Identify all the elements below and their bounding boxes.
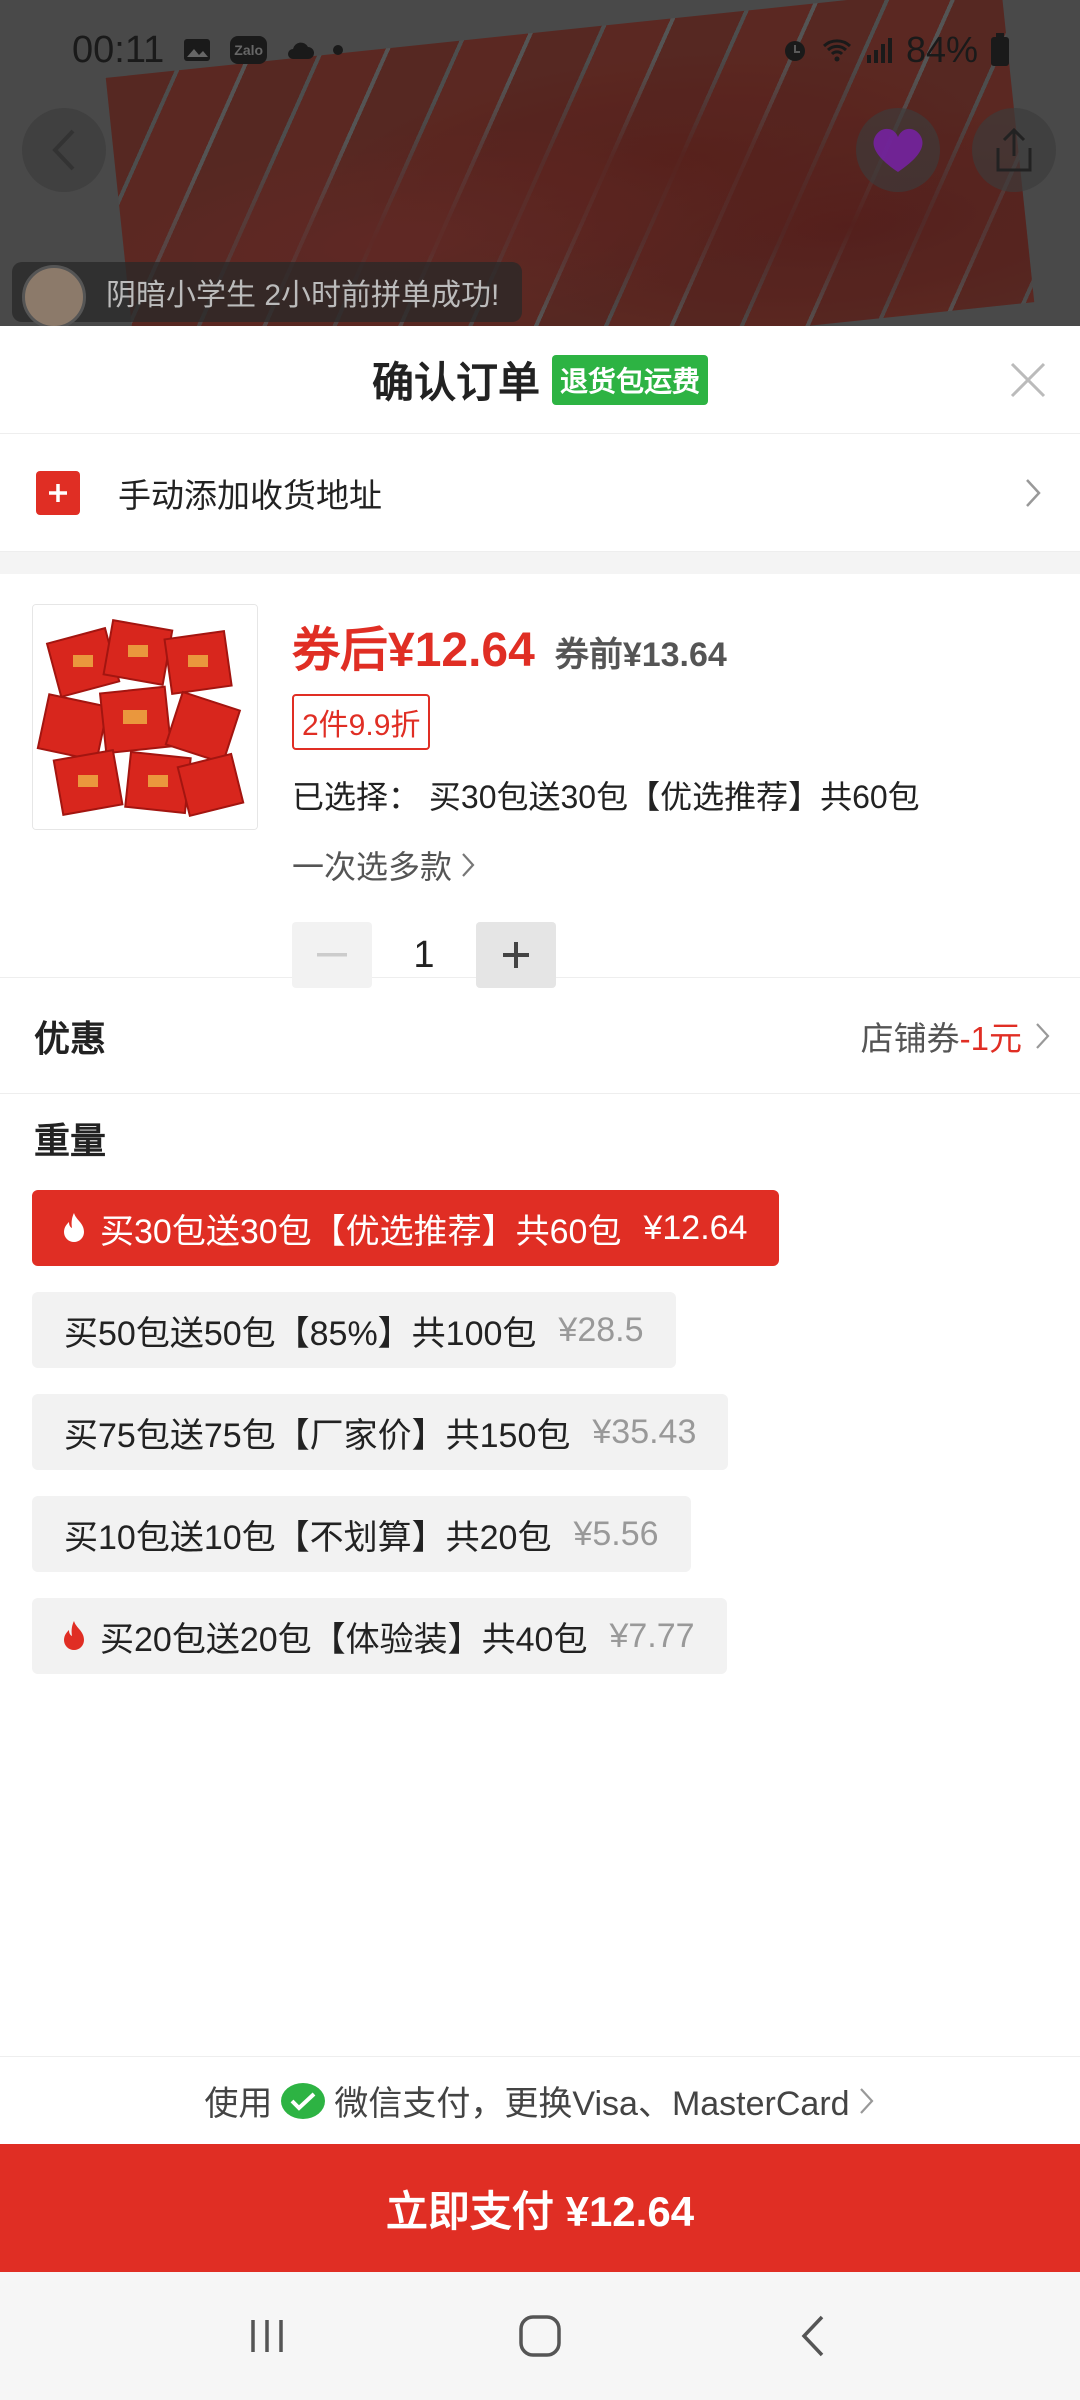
battery-icon bbox=[991, 33, 1009, 66]
weight-option-label: 买50包送50包【85%】共100包 bbox=[64, 1314, 537, 1353]
wechat-pay-icon bbox=[281, 2082, 326, 2119]
close-icon[interactable] bbox=[1006, 358, 1050, 402]
quantity-value[interactable]: 1 bbox=[372, 934, 476, 977]
chevron-right-icon bbox=[462, 853, 475, 877]
discount-row[interactable]: 优惠 店铺券-1元 bbox=[0, 978, 1080, 1094]
favorite-button[interactable] bbox=[856, 108, 940, 192]
recent-apps-button[interactable] bbox=[232, 2306, 302, 2366]
chevron-right-icon bbox=[1026, 478, 1041, 507]
product-image bbox=[33, 605, 257, 829]
coupon-amount: -1元 bbox=[959, 1019, 1022, 1057]
home-button[interactable] bbox=[505, 2306, 575, 2366]
chevron-left-icon bbox=[52, 129, 75, 171]
product-info: 券后¥12.64 券前¥13.64 2件9.9折 已选择： 买30包送30包【优… bbox=[292, 604, 1080, 988]
group-buy-notice: 阴暗小学生 2小时前拼单成功! bbox=[12, 262, 522, 329]
payment-use-prefix: 使用 bbox=[204, 2085, 273, 2123]
decrease-quantity-button[interactable] bbox=[292, 922, 372, 988]
weight-option[interactable]: 买75包送75包【厂家价】共150包 ¥35.43 bbox=[32, 1394, 729, 1470]
back-icon bbox=[801, 2315, 824, 2357]
weight-option-price: ¥5.56 bbox=[573, 1514, 659, 1553]
alarm-icon bbox=[784, 41, 805, 61]
background-product-page: 00:11 Zalo 84% 阴暗小学生 2小时前拼单成功! bbox=[0, 0, 1080, 330]
discount-tag: 2件9.9折 bbox=[292, 694, 431, 750]
return-shipping-badge: 退货包运费 bbox=[552, 354, 709, 405]
share-icon bbox=[996, 127, 1032, 172]
selected-variant-text: 已选择： 买30包送30包【优选推荐】共60包 bbox=[292, 779, 920, 815]
chevron-right-icon bbox=[859, 2087, 874, 2114]
section-divider bbox=[0, 552, 1080, 574]
add-address-row[interactable]: 手动添加收货地址 bbox=[0, 434, 1080, 552]
share-button[interactable] bbox=[972, 108, 1056, 192]
multi-select-label: 一次选多款 bbox=[292, 849, 453, 885]
minus-icon bbox=[317, 953, 347, 957]
weight-section-title: 重量 bbox=[34, 1120, 107, 1161]
flame-icon bbox=[64, 1621, 84, 1650]
pay-now-button[interactable]: 立即支付 ¥12.64 bbox=[0, 2144, 1080, 2272]
weight-option-label: 买20包送20包【体验装】共40包 bbox=[100, 1620, 588, 1659]
weight-option-price: ¥35.43 bbox=[592, 1412, 697, 1451]
weight-option-label: 买10包送10包【不划算】共20包 bbox=[64, 1518, 552, 1557]
chevron-right-icon bbox=[1036, 1022, 1050, 1049]
weight-option-label: 买30包送30包【优选推荐】共60包 bbox=[100, 1212, 622, 1251]
gallery-icon bbox=[184, 39, 211, 61]
weight-option[interactable]: 买20包送20包【体验装】共40包 ¥7.77 bbox=[32, 1598, 727, 1674]
back-button[interactable] bbox=[22, 108, 106, 192]
weight-option-selected[interactable]: 买30包送30包【优选推荐】共60包 ¥12.64 bbox=[32, 1190, 780, 1266]
coupon-text: 店铺券-1元 bbox=[861, 1012, 1022, 1060]
quantity-stepper: 1 bbox=[292, 922, 1080, 988]
avatar bbox=[22, 265, 86, 329]
coupon-prefix: 店铺券 bbox=[860, 1019, 960, 1057]
increase-quantity-button[interactable] bbox=[476, 922, 556, 988]
multi-select-link[interactable]: 一次选多款 bbox=[292, 842, 1080, 888]
weight-option-label: 买75包送75包【厂家价】共150包 bbox=[64, 1416, 571, 1455]
weight-option[interactable]: 买50包送50包【85%】共100包 ¥28.5 bbox=[32, 1292, 676, 1368]
battery-level: 84% bbox=[905, 29, 978, 70]
notification-dot-icon bbox=[333, 45, 344, 55]
cloud-icon bbox=[288, 42, 315, 59]
home-icon bbox=[519, 2315, 561, 2357]
group-buy-notice-text: 阴暗小学生 2小时前拼单成功! bbox=[106, 279, 500, 312]
product-thumbnail[interactable] bbox=[32, 604, 258, 830]
weight-option-price: ¥12.64 bbox=[643, 1208, 748, 1247]
status-time: 00:11 bbox=[72, 28, 165, 71]
weight-option-price: ¥7.77 bbox=[609, 1616, 695, 1655]
price-after-coupon: 券后¥12.64 bbox=[292, 624, 535, 677]
plus-icon bbox=[503, 942, 529, 968]
system-nav-bar bbox=[0, 2272, 1080, 2400]
payment-method-row[interactable]: 使用 微信支付，更换Visa、MasterCard bbox=[0, 2056, 1080, 2144]
weight-option-price: ¥28.5 bbox=[558, 1310, 644, 1349]
weight-option[interactable]: 买10包送10包【不划算】共20包 ¥5.56 bbox=[32, 1496, 691, 1572]
order-confirmation-sheet: 确认订单 退货包运费 手动添加收货地址 券后¥12.64 券前¥13.64 2件… bbox=[0, 326, 1080, 2400]
recent-apps-icon bbox=[250, 2320, 283, 2352]
price-before-coupon: 券前¥13.64 bbox=[554, 636, 727, 674]
weight-options: 买30包送30包【优选推荐】共60包 ¥12.64 买50包送50包【85%】共… bbox=[0, 1164, 1080, 1700]
heart-icon bbox=[873, 128, 923, 172]
add-address-label: 手动添加收货地址 bbox=[118, 476, 382, 514]
product-summary: 券后¥12.64 券前¥13.64 2件9.9折 已选择： 买30包送30包【优… bbox=[0, 574, 1080, 988]
status-bar: 00:11 Zalo 84% bbox=[0, 0, 1080, 100]
sheet-title: 确认订单 bbox=[371, 359, 540, 406]
sheet-header: 确认订单 退货包运费 bbox=[0, 326, 1080, 434]
system-back-button[interactable] bbox=[778, 2306, 848, 2366]
zalo-icon: Zalo bbox=[230, 36, 268, 64]
signal-icon bbox=[866, 38, 892, 63]
plus-icon bbox=[36, 470, 80, 515]
payment-method-text: 微信支付，更换Visa、MasterCard bbox=[334, 2085, 850, 2123]
discount-label: 优惠 bbox=[34, 1017, 107, 1059]
flame-icon bbox=[64, 1213, 84, 1242]
wifi-icon bbox=[822, 39, 851, 62]
